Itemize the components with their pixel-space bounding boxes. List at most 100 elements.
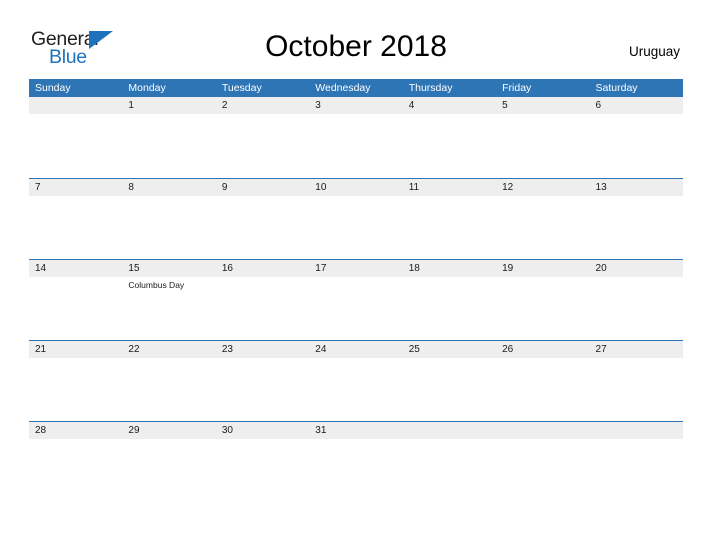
day-number-band: 1	[122, 97, 216, 114]
calendar-day-cell[interactable]: 5	[496, 97, 590, 177]
calendar-day-cell[interactable]: 14	[29, 260, 123, 340]
calendar-day-cell[interactable]: 25	[402, 341, 497, 421]
day-number: 6	[595, 100, 602, 111]
calendar-day-cell[interactable]: 17	[309, 260, 403, 340]
calendar-day-cell[interactable]: 8	[122, 179, 216, 259]
day-number: 17	[315, 263, 327, 274]
day-number: 25	[408, 344, 420, 355]
calendar-day-cell[interactable]: 6	[589, 97, 683, 177]
holiday-label: Columbus Day	[128, 280, 185, 290]
day-number: 4	[408, 100, 415, 111]
weekday-header-friday: Friday	[502, 82, 532, 94]
calendar-day-cell[interactable]: 1	[122, 97, 216, 177]
day-number-band: 20	[589, 260, 683, 277]
day-events	[122, 439, 215, 442]
day-events	[216, 439, 309, 442]
calendar-week-row: 21 22 23 24 25 26 27	[29, 340, 683, 421]
day-events	[309, 358, 402, 361]
calendar-day-cell[interactable]: 18	[402, 260, 497, 340]
day-number-band: 5	[496, 97, 590, 114]
calendar-day-cell[interactable]: 27	[589, 341, 683, 421]
calendar-day-cell[interactable]: 21	[29, 341, 123, 421]
day-number: 2	[221, 100, 228, 111]
day-events	[403, 439, 496, 442]
day-number: 13	[595, 182, 607, 193]
day-number-band: 7	[29, 179, 123, 196]
calendar-week-row: 14 15 Columbus Day 16 17 18 19 20	[29, 259, 683, 340]
calendar-week-row: 1 2 3 4 5 6	[29, 97, 683, 178]
day-number-band: 16	[215, 260, 310, 277]
weekday-header-row: Sunday Monday Tuesday Wednesday Thursday Frid…	[29, 79, 683, 97]
calendar-day-cell[interactable]: 19	[496, 260, 590, 340]
calendar-day-cell[interactable]: 11	[402, 179, 497, 259]
calendar-day-cell[interactable]: 16	[215, 260, 310, 340]
weekday-header-wednesday: Wednesday	[315, 82, 371, 94]
day-number-band: 29	[122, 422, 216, 439]
day-number: 24	[315, 344, 327, 355]
day-number: 11	[408, 182, 420, 193]
day-events	[403, 114, 496, 117]
day-number: 22	[128, 344, 140, 355]
calendar-day-cell[interactable]: 23	[215, 341, 310, 421]
weekday-header-thursday: Thursday	[408, 82, 453, 94]
calendar-day-cell[interactable]: 15 Columbus Day	[122, 260, 216, 340]
day-events	[590, 196, 683, 199]
day-number-band: 24	[309, 341, 403, 358]
day-number: 9	[221, 182, 228, 193]
day-events	[29, 277, 122, 280]
calendar-day-cell[interactable]: 13	[589, 179, 683, 259]
day-number-band: 17	[309, 260, 403, 277]
day-number-band: 10	[309, 179, 403, 196]
calendar-week-row: 28 29 30 31	[29, 421, 683, 502]
weekday-header-tuesday: Tuesday	[221, 82, 262, 94]
day-number: 31	[315, 425, 327, 436]
calendar-day-cell[interactable]: 2	[215, 97, 310, 177]
day-number: 12	[502, 182, 514, 193]
day-events	[496, 277, 589, 280]
day-events	[29, 358, 122, 361]
calendar-day-cell[interactable]: 30	[215, 422, 310, 502]
calendar-day-cell[interactable]: 29	[122, 422, 216, 502]
day-number-band: 11	[402, 179, 497, 196]
day-number-band: 6	[589, 97, 683, 114]
calendar-day-cell[interactable]: 26	[496, 341, 590, 421]
day-events	[309, 277, 402, 280]
calendar-day-cell[interactable]: 9	[215, 179, 310, 259]
calendar-day-cell[interactable]: 12	[496, 179, 590, 259]
day-number-band: 9	[215, 179, 310, 196]
calendar-day-cell[interactable]: 24	[309, 341, 403, 421]
day-number-band: 19	[496, 260, 590, 277]
calendar-day-cell-empty[interactable]	[496, 422, 590, 502]
calendar-day-cell-empty[interactable]	[402, 422, 497, 502]
day-number-band: 2	[215, 97, 310, 114]
calendar-day-cell[interactable]: 3	[309, 97, 403, 177]
calendar-day-cell[interactable]: 28	[29, 422, 123, 502]
day-number-band: 21	[29, 341, 123, 358]
calendar-page: General Blue October 2018 Uruguay Sunday…	[0, 0, 712, 550]
day-number-band: 18	[402, 260, 497, 277]
day-events: Columbus Day	[122, 277, 215, 291]
calendar-day-cell[interactable]: 7	[29, 179, 123, 259]
calendar-day-cell-empty[interactable]	[29, 97, 123, 177]
day-events	[29, 114, 122, 117]
calendar-day-cell-empty[interactable]	[589, 422, 683, 502]
day-events	[216, 358, 309, 361]
day-events	[122, 196, 215, 199]
calendar-day-cell[interactable]: 4	[402, 97, 497, 177]
calendar-day-cell[interactable]: 22	[122, 341, 216, 421]
calendar-day-cell[interactable]: 20	[589, 260, 683, 340]
calendar-day-cell[interactable]: 31	[309, 422, 403, 502]
day-events	[309, 439, 402, 442]
day-number-band: 12	[496, 179, 590, 196]
day-number-band: 22	[122, 341, 216, 358]
day-events	[496, 114, 589, 117]
day-number: 19	[502, 263, 514, 274]
day-number: 29	[128, 425, 140, 436]
day-number: 16	[221, 263, 233, 274]
day-number: 28	[35, 425, 47, 436]
day-number-band: 14	[29, 260, 123, 277]
day-number-band: 30	[215, 422, 310, 439]
day-events	[216, 196, 309, 199]
day-number: 5	[502, 100, 508, 111]
calendar-day-cell[interactable]: 10	[309, 179, 403, 259]
